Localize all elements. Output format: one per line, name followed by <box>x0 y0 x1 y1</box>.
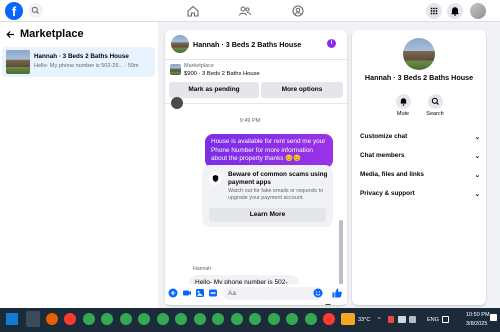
avatar <box>171 97 183 109</box>
chevron-down-icon: ⌄ <box>474 191 480 198</box>
chrome-icon[interactable] <box>120 313 132 325</box>
chat-header: Hannah · 3 Beds 2 Baths House i <box>165 30 347 60</box>
chat-panel: Hannah · 3 Beds 2 Baths House i Marketpl… <box>165 30 347 305</box>
chrome-icon[interactable] <box>138 313 150 325</box>
learn-more-button[interactable]: Learn More <box>209 208 326 222</box>
top-nav-bar: f <box>0 0 500 22</box>
scam-warning-title: Beware of common scams using payment app… <box>228 171 328 187</box>
chrome-icon[interactable] <box>83 313 95 325</box>
message-input[interactable]: Aa <box>223 287 323 300</box>
listing-label: Marketplace <box>184 63 214 69</box>
chat-title[interactable]: Hannah · 3 Beds 2 Baths House <box>193 40 301 49</box>
chrome-icon[interactable] <box>101 313 113 325</box>
facebook-logo-icon[interactable]: f <box>5 2 23 20</box>
home-icon[interactable] <box>186 4 200 18</box>
privacy-support-row[interactable]: Privacy & support ⌄ <box>360 190 480 198</box>
opera-icon[interactable] <box>64 313 76 325</box>
windows-start-icon[interactable] <box>6 313 18 325</box>
listing-small-thumbnail <box>170 64 181 75</box>
listing-price[interactable]: $900 · 3 Beds 2 Baths House <box>184 71 260 77</box>
tray-app-icon[interactable] <box>398 316 406 323</box>
taskbar-app-icon[interactable] <box>26 311 40 327</box>
chat-members-row[interactable]: Chat members ⌄ <box>360 152 480 160</box>
search-icon <box>431 97 439 105</box>
weather-temperature[interactable]: 33°C <box>358 317 370 323</box>
emoji-icon[interactable] <box>313 288 323 298</box>
search-icon <box>31 6 39 14</box>
chrome-icon[interactable] <box>268 313 280 325</box>
conversation-info-panel: Hannah · 3 Beds 2 Baths House Mute Searc… <box>352 30 486 305</box>
back-arrow-icon[interactable] <box>6 30 15 39</box>
chrome-icon[interactable] <box>249 313 261 325</box>
thumbs-up-icon[interactable] <box>331 287 343 299</box>
media-files-links-row[interactable]: Media, files and links ⌄ <box>360 171 480 179</box>
outgoing-message: House is available for rent send me your… <box>205 134 333 168</box>
time-separator: 9:49 PM <box>239 118 261 124</box>
row-label: Privacy & support <box>360 190 415 197</box>
chrome-icon[interactable] <box>305 313 317 325</box>
scam-warning-card: Beware of common scams using payment app… <box>202 165 333 227</box>
tray-chevron-icon[interactable]: ^ <box>378 317 381 323</box>
more-options-button[interactable]: More options <box>261 82 343 98</box>
chrome-icon[interactable] <box>212 313 224 325</box>
opera-icon[interactable] <box>323 313 335 325</box>
wifi-icon[interactable] <box>442 316 449 323</box>
gif-icon[interactable] <box>208 288 218 298</box>
chevron-down-icon: ⌄ <box>474 153 480 160</box>
chrome-icon[interactable] <box>157 313 169 325</box>
info-avatar <box>403 38 435 70</box>
weather-icon <box>341 313 355 325</box>
chevron-down-icon: ⌄ <box>474 172 480 179</box>
groups-icon[interactable] <box>291 4 305 18</box>
sender-name: Hannah <box>193 266 212 272</box>
friends-icon[interactable] <box>238 4 252 18</box>
sidebar-header: Marketplace <box>6 28 84 40</box>
listing-thumbnail <box>6 50 30 74</box>
chrome-icon[interactable] <box>175 313 187 325</box>
mute-label: Mute <box>396 111 410 117</box>
search-conversation-button[interactable]: Search <box>420 94 450 117</box>
chat-avatar[interactable] <box>171 35 189 53</box>
composer: Aa <box>165 284 347 304</box>
clock-date[interactable]: 3/8/2025 <box>466 321 487 327</box>
chrome-icon[interactable] <box>231 313 243 325</box>
scam-warning-description: Watch out for fake emails or requests to… <box>228 188 324 202</box>
photo-icon[interactable] <box>195 288 205 298</box>
chrome-icon[interactable] <box>286 313 298 325</box>
notifications-button[interactable] <box>447 3 463 19</box>
chevron-down-icon: ⌄ <box>474 134 480 141</box>
info-name[interactable]: Hannah · 3 Beds 2 Baths House <box>352 73 486 82</box>
mute-button[interactable]: Mute <box>388 94 418 117</box>
customize-chat-row[interactable]: Customize chat ⌄ <box>360 133 480 141</box>
language-indicator[interactable]: ENG <box>427 317 439 323</box>
grid-menu-icon <box>430 7 438 15</box>
row-label: Chat members <box>360 152 405 159</box>
conversation-item-hannah[interactable]: Hannah · 3 Beds 2 Baths House Hello- My … <box>2 47 155 77</box>
bell-icon <box>451 7 459 16</box>
row-label: Customize chat <box>360 133 408 140</box>
conversation-name: Hannah · 3 Beds 2 Baths House <box>34 53 129 60</box>
search-label: Search <box>426 111 444 117</box>
camera-icon[interactable] <box>182 288 192 298</box>
plus-icon[interactable] <box>168 288 178 298</box>
tray-app-icon[interactable] <box>409 316 416 323</box>
sidebar-title: Marketplace <box>20 28 84 40</box>
mute-bell-icon <box>400 98 406 106</box>
search-button[interactable] <box>28 3 43 18</box>
row-label: Media, files and links <box>360 171 424 178</box>
menu-button[interactable] <box>426 3 442 19</box>
clock-time[interactable]: 10:50 PM <box>466 312 490 318</box>
profile-avatar[interactable] <box>470 3 486 19</box>
mark-as-pending-button[interactable]: Mark as pending <box>169 82 259 98</box>
info-icon[interactable]: i <box>327 39 336 48</box>
firefox-icon[interactable] <box>46 313 58 325</box>
marketplace-sidebar: Marketplace Hannah · 3 Beds 2 Baths Hous… <box>0 22 158 308</box>
tray-app-icon[interactable] <box>388 316 394 323</box>
notification-center-icon[interactable] <box>490 314 497 321</box>
windows-taskbar: 33°C ^ ENG 10:50 PM 3/8/2025 <box>0 308 500 332</box>
shield-icon <box>209 172 222 185</box>
conversation-preview: Hello- My phone number is 502-29... · 59… <box>34 63 139 69</box>
scrollbar[interactable] <box>339 140 343 300</box>
chrome-icon[interactable] <box>194 313 206 325</box>
